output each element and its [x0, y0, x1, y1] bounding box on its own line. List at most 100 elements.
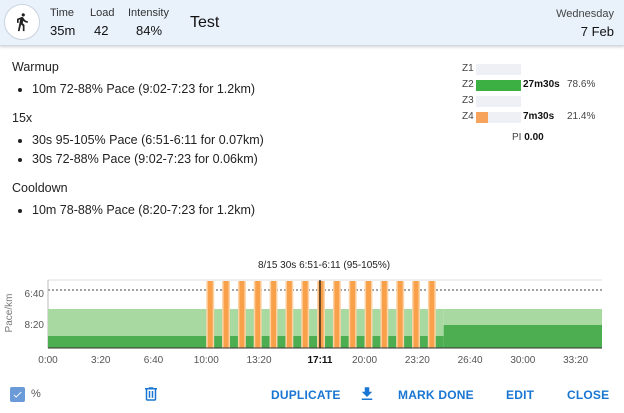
stat-time-value: 35m	[50, 23, 76, 38]
interval-hi-bar	[271, 281, 277, 348]
zone-distribution: Z1 Z2 27m30s 78.6% Z3 Z4 7m30s 21.4%	[462, 61, 612, 125]
interval-recovery-bar	[261, 336, 270, 348]
section-warmup-list: 10m 72-88% Pace (9:02-7:23 for 1.2km)	[12, 80, 442, 99]
zone-label: Z1	[462, 63, 474, 74]
mark-done-button[interactable]: MARK DONE	[398, 388, 474, 402]
zone-track	[476, 80, 521, 91]
zone-label: Z3	[462, 95, 474, 106]
x-tick-label: 17:11	[307, 355, 332, 366]
interval-recovery-bar	[404, 336, 413, 348]
section-title-repeats: 15x	[12, 111, 33, 125]
cooldown-bar	[443, 325, 602, 348]
interval-recovery-bar	[340, 336, 349, 348]
interval-hi-bar	[318, 281, 324, 348]
zone-label: Z4	[462, 111, 474, 122]
interval-hi-bar	[381, 281, 387, 348]
interval-recovery-bar	[356, 336, 365, 348]
workout-steps: Warmup 10m 72-88% Pace (9:02-7:23 for 1.…	[12, 60, 442, 232]
workout-chart[interactable]: 8/15 30s 6:51-6:11 (95-105%) 6:40 8:20 Pace…	[0, 250, 624, 375]
date-label: 7 Feb	[580, 24, 614, 39]
interval-recovery-bar	[325, 336, 333, 348]
y-tick-label: 6:40	[25, 289, 45, 300]
x-tick-label: 20:00	[352, 355, 377, 366]
stat-load-value: 42	[94, 23, 109, 38]
zone-percent: 78.6%	[567, 79, 596, 90]
interval-recovery-bar	[277, 336, 286, 348]
section-cooldown-list: 10m 78-88% Pace (8:20-7:23 for 1.2km)	[12, 201, 442, 220]
stat-intensity-label: Intensity	[128, 7, 169, 19]
delete-icon[interactable]	[142, 384, 160, 409]
workout-date: Wednesday 7 Feb	[556, 8, 614, 41]
zone-time: 27m30s	[523, 79, 560, 90]
step-item: 10m 78-88% Pace (8:20-7:23 for 1.2km)	[12, 201, 442, 220]
run-icon	[4, 4, 40, 40]
stat-time: Time 35m	[50, 7, 75, 39]
stat-load: Load 42	[90, 7, 114, 39]
warmup-bar	[48, 336, 207, 348]
interval-hi-bar	[207, 281, 213, 348]
stat-time-label: Time	[50, 7, 75, 19]
pi-label: PI	[512, 132, 522, 143]
interval-hi-bar	[429, 281, 435, 348]
zone-bar	[476, 112, 489, 123]
x-tick-label: 6:40	[144, 355, 164, 366]
y-tick-label: 8:20	[25, 320, 45, 331]
weekday-label: Wednesday	[556, 8, 614, 20]
zone-time: 7m30s	[523, 111, 555, 122]
step-item: 10m 72-88% Pace (9:02-7:23 for 1.2km)	[12, 80, 442, 99]
interval-recovery-bar	[372, 336, 381, 348]
interval-recovery-bar	[309, 336, 318, 348]
action-toolbar: % DUPLICATE MARK DONE EDIT CLOSE	[0, 378, 624, 413]
step-item: 30s 72-88% Pace (9:02-7:23 for 0.06km)	[12, 150, 442, 169]
zone-label: Z2	[462, 79, 474, 90]
interval-recovery-bar	[435, 336, 444, 348]
x-tick-label: 23:20	[405, 355, 430, 366]
zone-track	[476, 64, 521, 75]
interval-recovery-bar	[245, 336, 254, 348]
section-title-warmup: Warmup	[12, 60, 59, 74]
workout-header: Time 35m Load 42 Intensity 84% Test Wedn…	[0, 0, 624, 46]
edit-button[interactable]: EDIT	[506, 388, 534, 402]
download-icon[interactable]	[358, 384, 376, 409]
interval-hi-bar	[350, 281, 356, 348]
stat-load-label: Load	[90, 7, 115, 19]
stat-intensity: Intensity 84%	[128, 7, 169, 39]
interval-recovery-bar	[419, 336, 428, 348]
interval-hi-bar	[397, 281, 403, 348]
interval-hi-bar	[255, 281, 261, 348]
interval-recovery-bar	[230, 336, 238, 348]
x-tick-label: 10:00	[194, 355, 219, 366]
interval-hi-bar	[413, 281, 419, 348]
zone-row-z1: Z1	[462, 61, 612, 77]
section-repeats-list: 30s 95-105% Pace (6:51-6:11 for 0.07km) …	[12, 131, 442, 169]
zone-row-z2: Z2 27m30s 78.6%	[462, 77, 612, 93]
interval-hi-bar	[302, 281, 308, 348]
interval-recovery-bar	[293, 336, 302, 348]
percent-checkbox[interactable]	[10, 387, 25, 402]
pi-value: 0.00	[524, 132, 544, 143]
x-tick-label: 13:20	[247, 355, 272, 366]
chart-svg[interactable]: 8/15 30s 6:51-6:11 (95-105%) 6:40 8:20 Pace…	[0, 250, 624, 375]
zone-bar	[476, 80, 521, 91]
interval-hi-bar	[239, 281, 245, 348]
interval-recovery-bar	[214, 336, 223, 348]
interval-hi-bar	[223, 281, 229, 348]
interval-hi-bar	[334, 281, 340, 348]
x-tick-label: 33:20	[563, 355, 588, 366]
interval-hi-bar	[366, 281, 371, 348]
zone-track	[476, 112, 521, 123]
duplicate-button[interactable]: DUPLICATE	[271, 388, 341, 402]
section-title-cooldown: Cooldown	[12, 181, 68, 195]
close-button[interactable]: CLOSE	[567, 388, 609, 402]
zone-row-z4: Z4 7m30s 21.4%	[462, 109, 612, 125]
workout-title: Test	[190, 14, 220, 31]
x-tick-label: 26:40	[458, 355, 483, 366]
interval-recovery-bar	[388, 336, 397, 348]
interval-hi-bar	[286, 281, 292, 348]
stat-intensity-value: 84%	[136, 23, 163, 38]
pi-readout: PI 0.00	[512, 132, 544, 143]
zone-percent: 21.4%	[567, 111, 596, 122]
percent-checkbox-label: %	[31, 388, 41, 400]
y-axis-label: Pace/km	[4, 294, 15, 333]
x-tick-label: 0:00	[38, 355, 58, 366]
